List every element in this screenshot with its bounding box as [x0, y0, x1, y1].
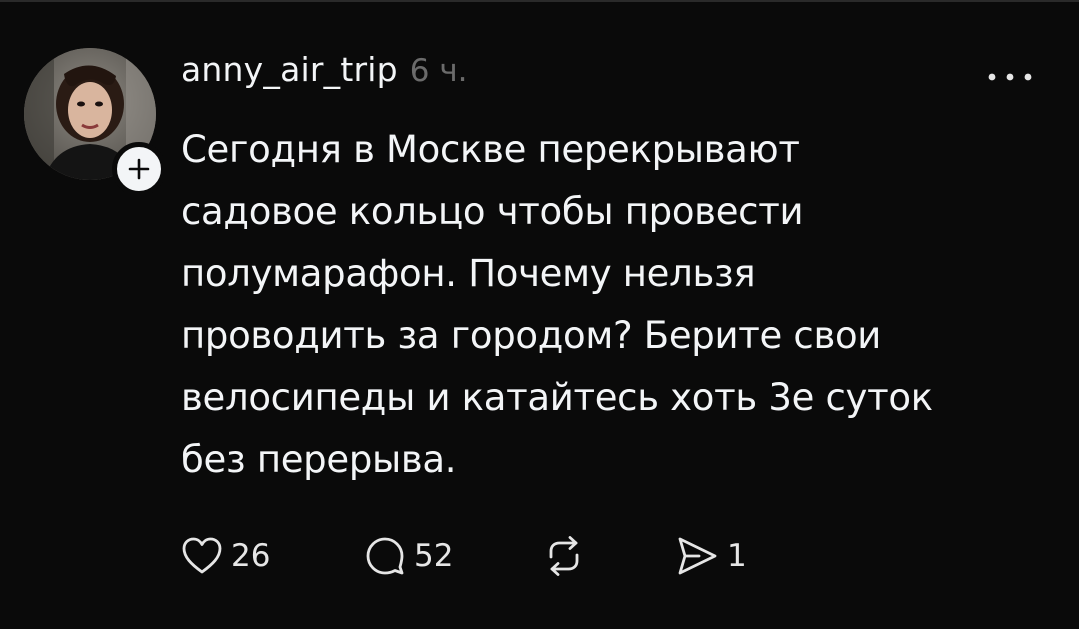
thread-post: anny_air_trip 6 ч. Сегодня в Москве пере…	[0, 0, 1079, 629]
like-button[interactable]: 26	[181, 532, 270, 580]
post-header: anny_air_trip 6 ч.	[181, 50, 468, 89]
post-timestamp[interactable]: 6 ч.	[410, 53, 468, 89]
author-avatar-container[interactable]	[24, 48, 166, 196]
share-count: 1	[727, 538, 747, 574]
plus-icon	[128, 158, 150, 180]
follow-button[interactable]	[112, 142, 166, 196]
post-body-text: Сегодня в Москве перекрывают садовое кол…	[181, 128, 933, 481]
repost-button[interactable]	[543, 532, 593, 580]
reply-button[interactable]: 52	[364, 532, 453, 580]
more-horizontal-icon	[988, 73, 1032, 81]
comment-icon	[364, 535, 406, 577]
heart-icon	[181, 536, 223, 576]
share-button[interactable]: 1	[675, 532, 747, 580]
like-count: 26	[231, 538, 271, 574]
repost-icon	[543, 535, 585, 577]
send-icon	[675, 535, 719, 577]
more-options-button[interactable]	[980, 62, 1040, 92]
reply-count: 52	[414, 538, 454, 574]
author-username[interactable]: anny_air_trip	[181, 50, 398, 89]
